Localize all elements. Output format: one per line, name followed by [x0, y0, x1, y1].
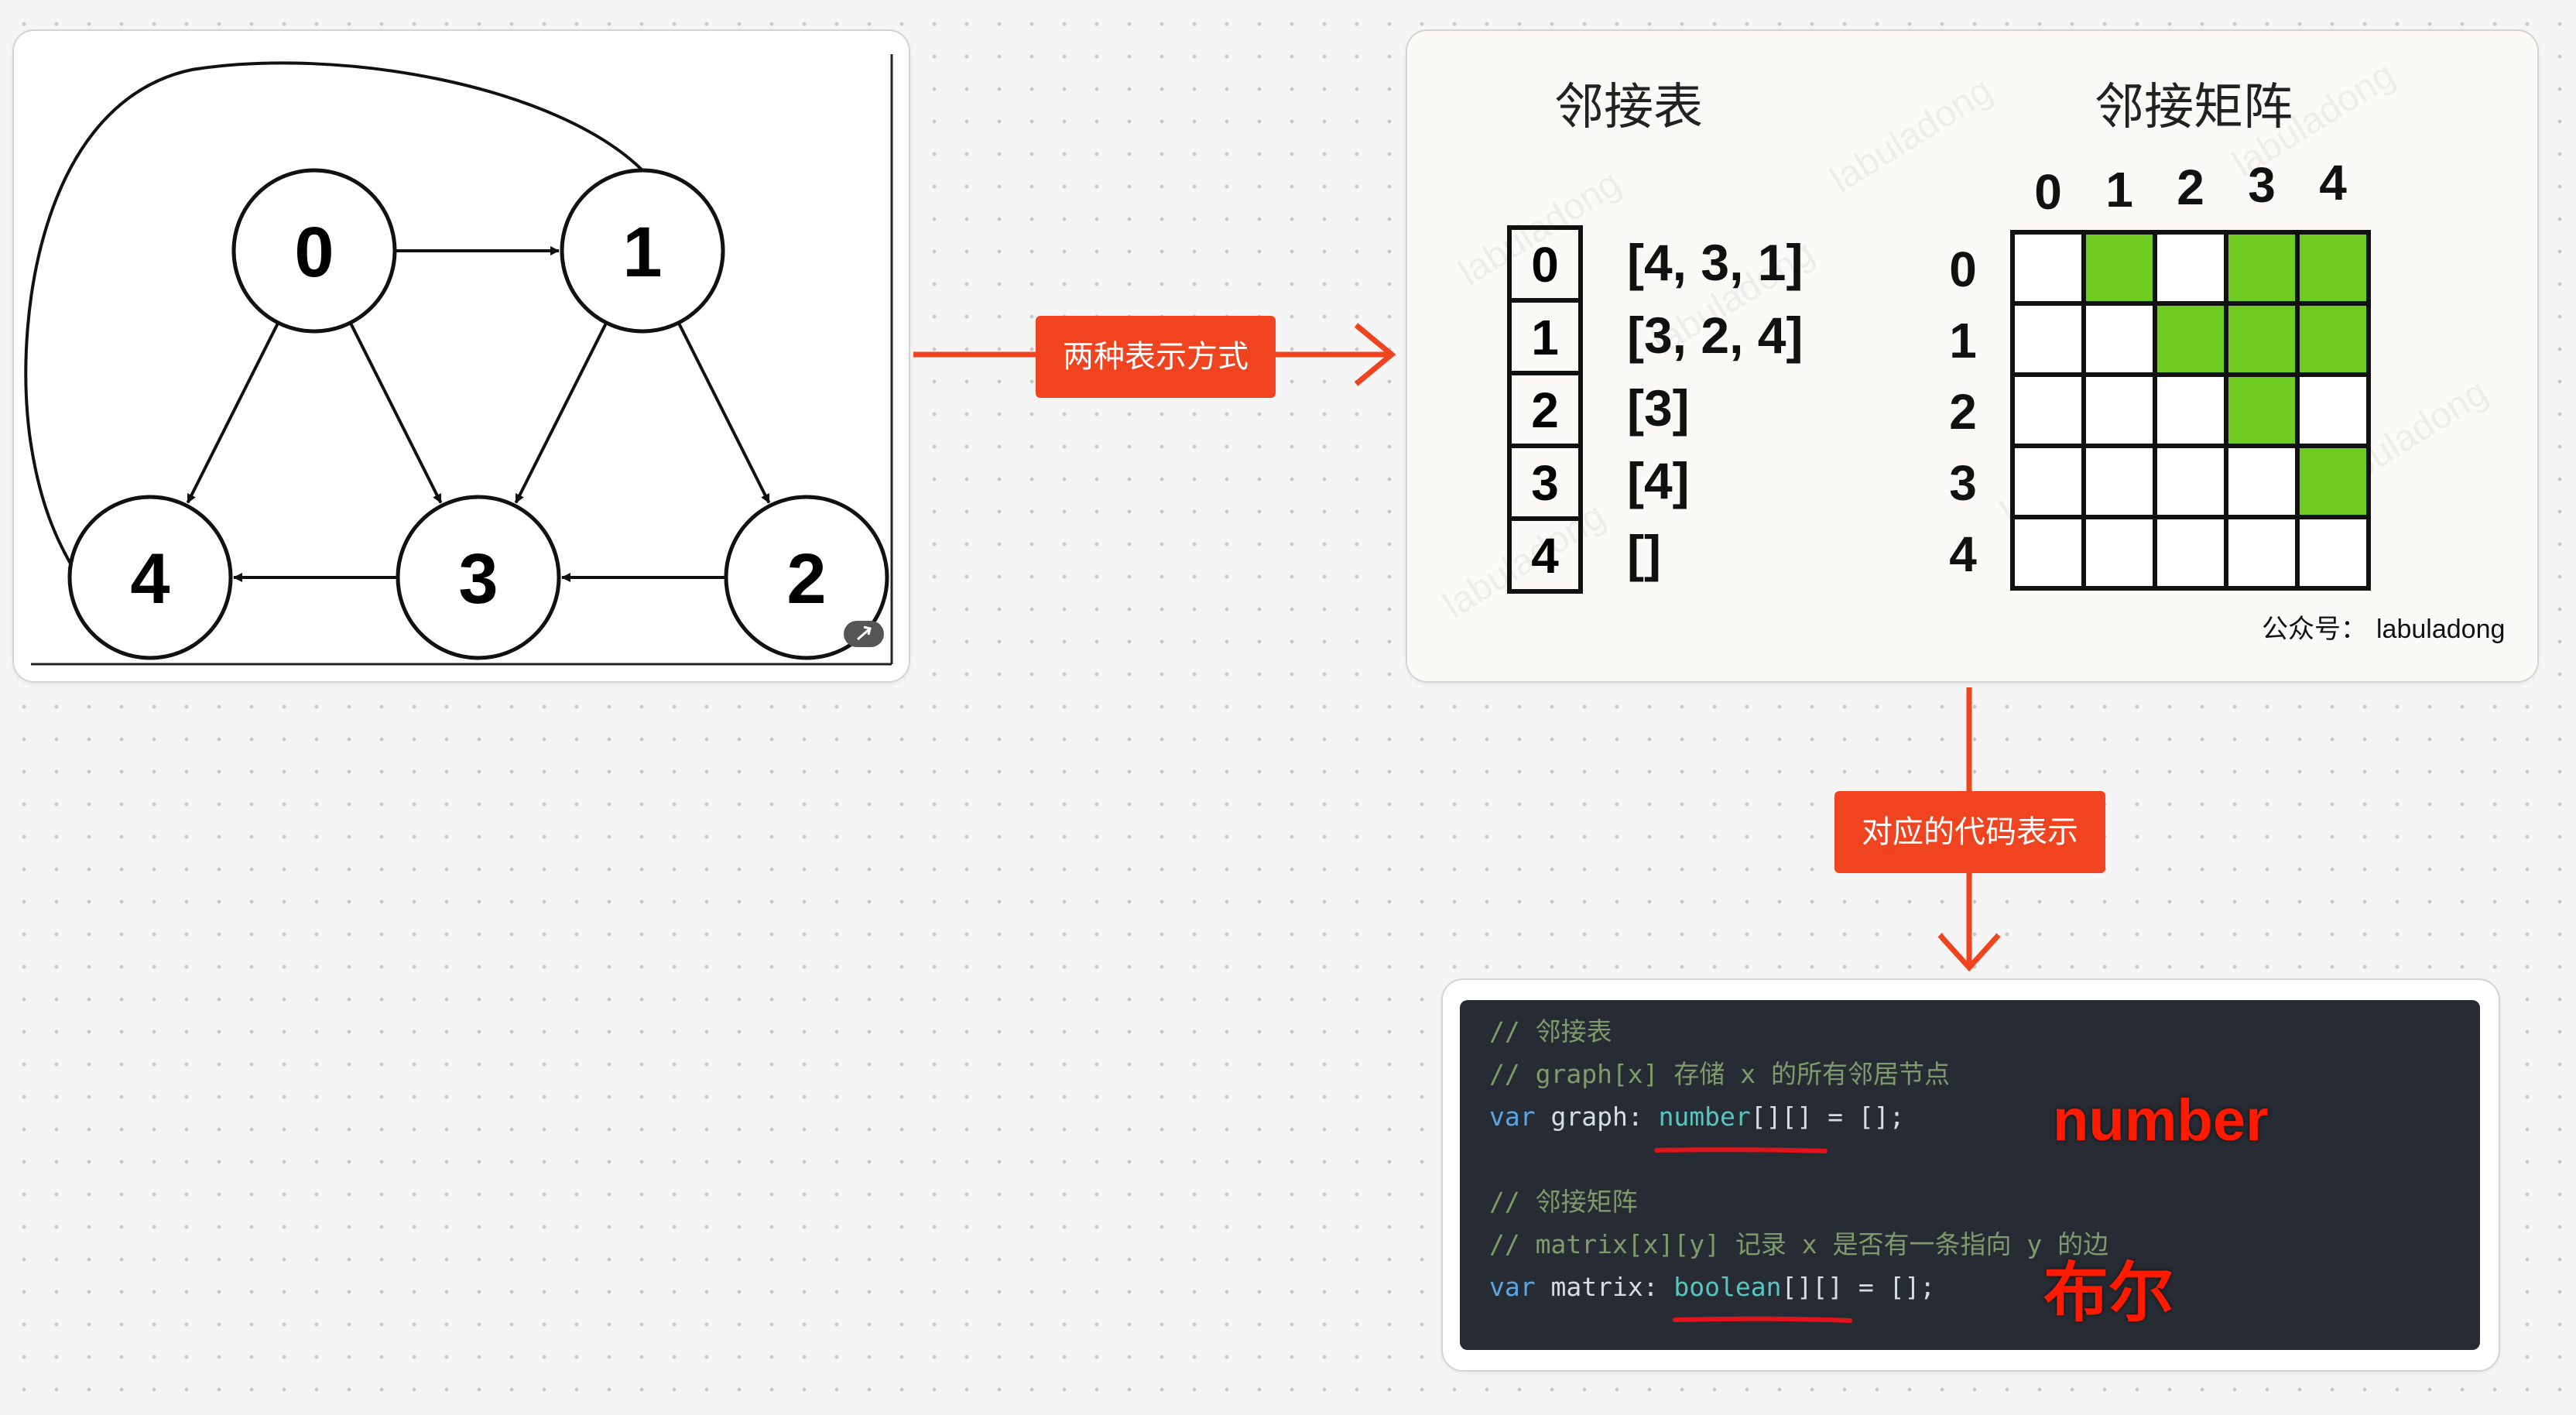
graph-card: 0 1 2 3 4 — [12, 29, 910, 683]
matrix-cell-4-4 — [2295, 515, 2371, 591]
graph-node-4: 4 — [67, 495, 233, 660]
annotation-number: number — [2053, 1088, 2269, 1153]
matrix-cell-3-3 — [2224, 444, 2300, 519]
watermark-2: labuladong — [1824, 70, 1999, 200]
code-block: // 邻接表 // graph[x] 存储 x 的所有邻居节点 var grap… — [1460, 1000, 2480, 1350]
matrix-row-header-2: 2 — [1949, 384, 1977, 440]
edge-1-2 — [677, 322, 771, 504]
matrix-row-header-1: 1 — [1949, 313, 1977, 368]
code-matrix-rest: [][] = []; — [1781, 1272, 1936, 1302]
graph-node-3: 3 — [396, 495, 561, 660]
list-value: [4] — [1627, 452, 1690, 509]
list-index: 4 — [1531, 528, 1559, 584]
matrix-cell-0-4 — [2295, 230, 2371, 306]
matrix-col-header-1: 1 — [2105, 162, 2133, 218]
code-graph-rest: [][] = []; — [1750, 1102, 1905, 1132]
matrix-cell-3-1 — [2081, 444, 2157, 519]
code-comment-adjacency-list: // 邻接表 — [1489, 1016, 1612, 1047]
list-value: [3, 2, 4] — [1627, 307, 1803, 364]
list-row-3: 3 [4] — [1507, 444, 1690, 521]
list-index: 1 — [1531, 310, 1559, 365]
edge-0-3 — [348, 322, 443, 504]
matrix-cell-3-2 — [2153, 444, 2228, 519]
credit-name: labuladong — [2376, 615, 2505, 644]
matrix-row-header-4: 4 — [1949, 526, 1977, 582]
node-label: 1 — [622, 213, 662, 292]
graph-node-1: 1 — [560, 168, 725, 334]
matrix-col-header-4: 4 — [2319, 155, 2347, 211]
node-label: 4 — [130, 540, 170, 618]
code-card: // 邻接表 // graph[x] 存储 x 的所有邻居节点 var grap… — [1441, 978, 2500, 1372]
matrix-cell-0-0 — [2010, 230, 2086, 306]
adjacency-list-title: 邻接表 — [1554, 79, 1703, 136]
corresponding-code-label: 对应的代码表示 — [1834, 791, 2105, 873]
matrix-cell-3-0 — [2010, 444, 2086, 519]
list-row-2: 2 [3] — [1507, 371, 1690, 448]
matrix-cell-1-1 — [2081, 301, 2157, 377]
watermark-6: labuladong — [1437, 495, 1612, 626]
code-comment-graph: // graph[x] 存储 x 的所有邻居节点 — [1489, 1059, 1951, 1089]
code-graph-name: graph: — [1535, 1102, 1659, 1132]
list-value: [4, 3, 1] — [1627, 234, 1803, 291]
code-line-matrix: var matrix: boolean[][] = []; — [1489, 1274, 1935, 1300]
two-representations-label: 两种表示方式 — [1036, 316, 1276, 398]
matrix-cell-2-2 — [2153, 372, 2228, 448]
matrix-cell-4-1 — [2081, 515, 2157, 591]
matrix-cell-3-4 — [2295, 444, 2371, 519]
matrix-cell-0-3 — [2224, 230, 2300, 306]
matrix-row-header-3: 3 — [1949, 455, 1977, 511]
list-value: [3] — [1627, 379, 1690, 437]
code-comment-matrix: // matrix[x][y] 记录 x 是否有一条指向 y 的边 — [1489, 1229, 2109, 1259]
matrix-cell-4-3 — [2224, 515, 2300, 591]
matrix-cell-2-0 — [2010, 372, 2086, 448]
matrix-col-header-2: 2 — [2177, 159, 2204, 215]
arrow-right-head — [1354, 323, 1396, 386]
node-label: 0 — [294, 213, 334, 292]
code-line-graph: var graph: number[][] = []; — [1489, 1104, 1904, 1129]
nodes-layer: 0 1 2 3 4 — [67, 168, 889, 660]
list-value: [] — [1627, 525, 1661, 582]
annotation-boolean: 布尔 — [2043, 1255, 2174, 1331]
adjacency-matrix: 0011223344 — [1949, 155, 2371, 591]
arrow-down-head — [1937, 933, 2001, 972]
list-index: 0 — [1531, 237, 1559, 293]
adjacency-matrix-title: 邻接矩阵 — [2095, 79, 2293, 136]
matrix-cell-0-2 — [2153, 230, 2228, 306]
representations-image: labuladonglabuladonglabuladong labuladong… — [1437, 54, 2506, 644]
matrix-cell-1-0 — [2010, 301, 2086, 377]
list-index: 3 — [1531, 455, 1559, 511]
matrix-cell-2-3 — [2224, 372, 2300, 448]
expand-icon[interactable] — [844, 621, 884, 647]
adjacency-list: 0 [4, 3, 1] 1 [3, 2, 4] 2 [3] 3 [4] 4 [] — [1507, 225, 1803, 594]
graph-diagram: 0 1 2 3 4 — [24, 54, 893, 666]
list-row-0: 0 [4, 3, 1] — [1507, 225, 1803, 303]
type-number: number — [1658, 1102, 1751, 1132]
matrix-cell-0-1 — [2081, 230, 2157, 306]
edge-0-4 — [186, 322, 280, 504]
list-index: 2 — [1531, 382, 1559, 438]
node-label: 3 — [458, 540, 498, 618]
keyword-var: var — [1489, 1272, 1536, 1302]
code-comment-adjacency-matrix: // 邻接矩阵 — [1489, 1187, 1638, 1217]
keyword-var: var — [1489, 1102, 1536, 1132]
matrix-row-header-0: 0 — [1949, 242, 1977, 297]
matrix-cell-4-0 — [2010, 515, 2086, 591]
matrix-col-header-3: 3 — [2248, 157, 2276, 213]
matrix-cell-1-2 — [2153, 301, 2228, 377]
matrix-cell-4-2 — [2153, 515, 2228, 591]
matrix-cell-1-3 — [2224, 301, 2300, 377]
matrix-col-header-0: 0 — [2034, 164, 2062, 220]
edge-1-3 — [514, 322, 608, 504]
credit-prefix: 公众号： — [2262, 615, 2367, 644]
representations-card: labuladong labuladong labuladong labuladong… — [1406, 29, 2539, 683]
matrix-cell-2-4 — [2295, 372, 2371, 448]
graph-node-0: 0 — [231, 168, 397, 334]
node-label: 2 — [786, 540, 826, 618]
matrix-cell-2-1 — [2081, 372, 2157, 448]
list-row-1: 1 [3, 2, 4] — [1507, 298, 1803, 375]
code-matrix-name: matrix: — [1535, 1272, 1674, 1302]
matrix-cell-1-4 — [2295, 301, 2371, 377]
type-boolean: boolean — [1673, 1272, 1782, 1302]
